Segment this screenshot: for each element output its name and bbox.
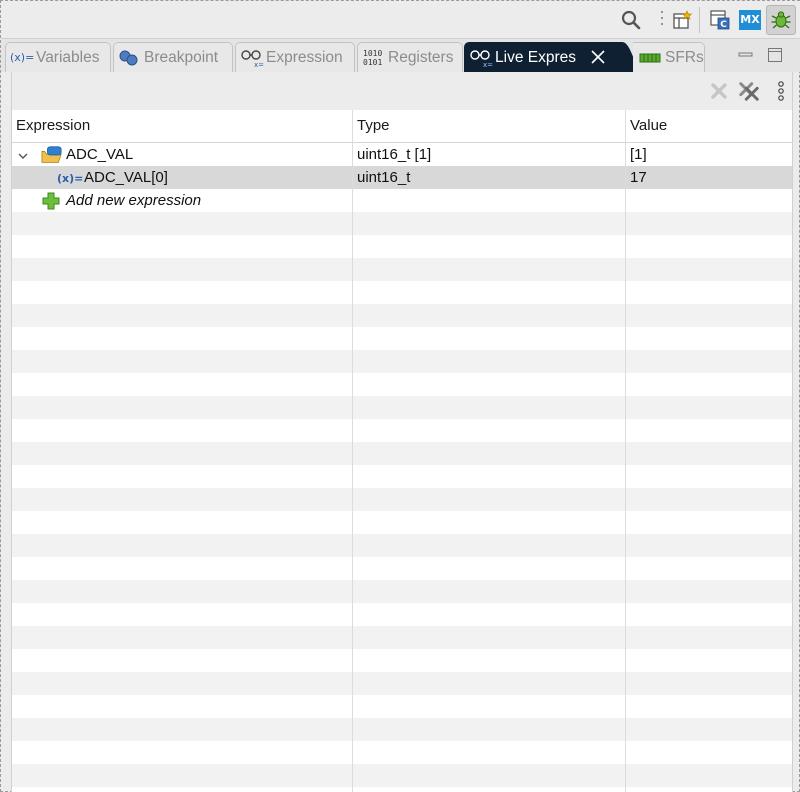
tab-label: Variables — [36, 48, 100, 66]
svg-text:C: C — [720, 20, 727, 30]
remove-expression-icon[interactable] — [708, 80, 730, 102]
table-row[interactable]: (x)= ADC_VAL[0] uint16_t 17 — [12, 166, 792, 189]
svg-text:0101: 0101 — [363, 58, 382, 67]
registers-icon: 1010 0101 — [362, 47, 388, 69]
empty-row — [12, 258, 792, 281]
view-menu-icon[interactable] — [770, 80, 792, 102]
live-expressions-table: Expression Type Value ADC_VAL uint16_t [… — [11, 110, 793, 792]
debug-perspective-icon[interactable] — [766, 5, 796, 35]
tab-label: SFRs — [665, 48, 704, 66]
minimize-icon[interactable] — [738, 47, 754, 63]
tab-sfrs[interactable]: SFRs — [633, 42, 705, 72]
expression-cell: ADC_VAL — [66, 146, 134, 163]
table-body: ADC_VAL uint16_t [1] [1] (x)= ADC_VAL[0]… — [12, 143, 792, 792]
toolbar-divider — [699, 7, 700, 33]
empty-row — [12, 672, 792, 695]
table-header: Expression Type Value — [12, 110, 792, 143]
column-header-expression[interactable]: Expression — [12, 110, 352, 143]
tab-label: Live Expres — [495, 48, 576, 66]
value-cell — [626, 189, 630, 212]
maximize-icon[interactable] — [767, 47, 783, 63]
empty-row — [12, 465, 792, 488]
column-header-type[interactable]: Type — [352, 110, 625, 143]
empty-row — [12, 488, 792, 511]
column-divider — [352, 143, 353, 792]
empty-row — [12, 304, 792, 327]
add-icon — [42, 191, 64, 211]
tab-registers[interactable]: 1010 0101 Registers — [357, 42, 463, 72]
tab-label: Registers — [388, 48, 454, 66]
c-cpp-perspective-icon[interactable]: C — [708, 8, 732, 32]
empty-row — [12, 212, 792, 235]
svg-text:x=: x= — [254, 61, 264, 68]
empty-row — [12, 626, 792, 649]
close-icon[interactable] — [589, 48, 607, 66]
view-tab-strip: (x)= Variables Breakpoint x= Expression … — [1, 39, 800, 72]
expressions-icon: x= — [240, 47, 266, 69]
value-cell: 17 — [630, 169, 647, 186]
mx-perspective-icon[interactable]: MX — [738, 8, 762, 32]
empty-row — [12, 396, 792, 419]
value-cell: [1] — [630, 146, 647, 163]
table-row[interactable]: Add new expression — [12, 189, 792, 212]
column-header-value[interactable]: Value — [625, 110, 792, 143]
tab-live-expressions[interactable]: x= Live Expres — [464, 42, 622, 72]
remove-all-expressions-icon[interactable] — [738, 80, 760, 102]
empty-row — [12, 235, 792, 258]
svg-text:1010: 1010 — [363, 49, 382, 58]
toolbar-separator — [661, 11, 663, 29]
empty-row — [12, 741, 792, 764]
empty-row — [12, 580, 792, 603]
view-toolbar — [11, 72, 793, 110]
type-cell — [353, 189, 357, 212]
empty-row — [12, 649, 792, 672]
empty-row — [12, 511, 792, 534]
empty-row — [12, 603, 792, 626]
empty-row — [12, 787, 792, 792]
tab-label: Expression — [266, 48, 343, 66]
empty-row — [12, 695, 792, 718]
live-expressions-window: C MX (x)= Variables Breakpoint x= Expres… — [0, 0, 800, 792]
type-cell: uint16_t [1] — [357, 146, 432, 163]
expression-cell: ADC_VAL[0] — [84, 169, 168, 186]
open-perspective-icon[interactable] — [670, 8, 694, 32]
table-row[interactable]: ADC_VAL uint16_t [1] [1] — [12, 143, 792, 166]
type-cell: uint16_t — [357, 169, 411, 186]
breakpoints-icon — [118, 47, 144, 69]
empty-row — [12, 534, 792, 557]
search-icon[interactable] — [619, 8, 643, 32]
tab-variables[interactable]: (x)= Variables — [5, 42, 111, 72]
variable-icon: (x)= — [57, 171, 84, 185]
tab-expressions[interactable]: x= Expression — [235, 42, 355, 72]
variables-icon: (x)= — [10, 51, 35, 64]
svg-text:x=: x= — [483, 61, 493, 68]
empty-row — [12, 373, 792, 396]
empty-row — [12, 764, 792, 787]
empty-row — [12, 442, 792, 465]
add-new-expression[interactable]: Add new expression — [62, 189, 201, 212]
sfrs-icon — [639, 47, 665, 69]
empty-row — [12, 557, 792, 580]
main-toolbar: C MX — [1, 1, 800, 39]
struct-icon — [41, 145, 63, 165]
tab-breakpoints[interactable]: Breakpoint — [113, 42, 233, 72]
column-divider — [625, 143, 626, 792]
empty-row — [12, 281, 792, 304]
tab-label: Breakpoint — [144, 48, 219, 66]
chevron-down-icon[interactable] — [17, 149, 29, 161]
empty-row — [12, 350, 792, 373]
empty-row — [12, 718, 792, 741]
empty-row — [12, 327, 792, 350]
mx-label: MX — [739, 10, 761, 30]
live-expressions-icon: x= — [469, 47, 495, 69]
empty-row — [12, 419, 792, 442]
